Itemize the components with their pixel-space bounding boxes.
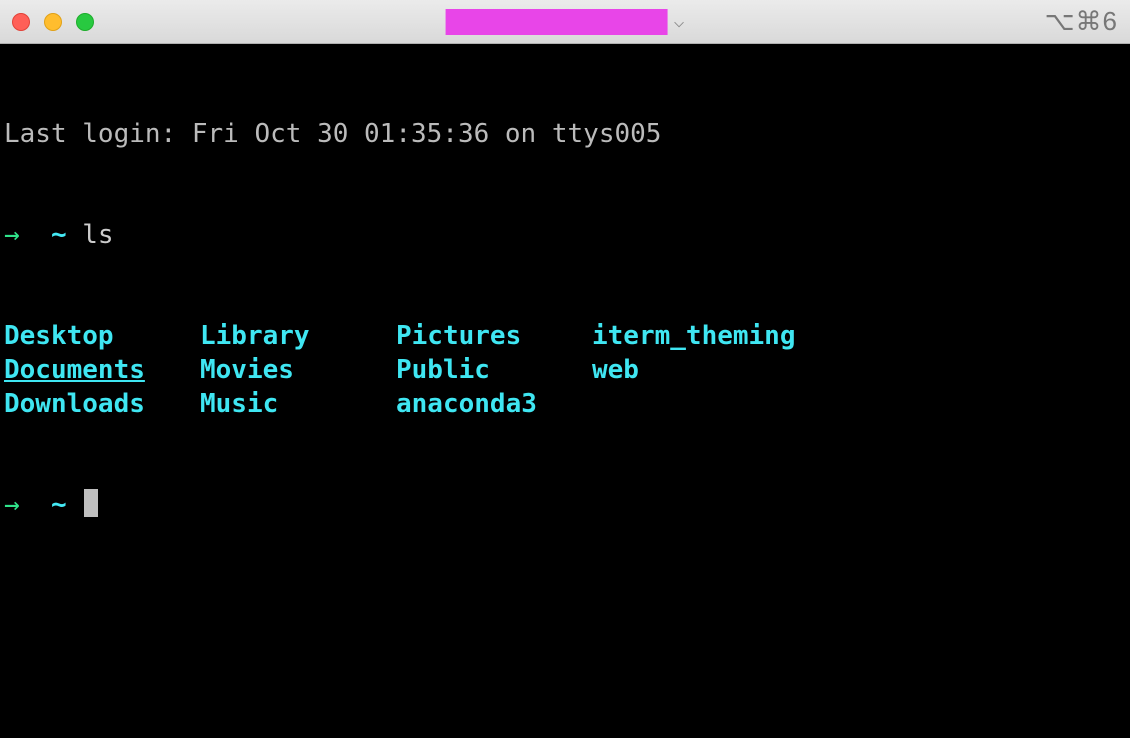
prompt-cwd: ~ xyxy=(51,489,67,523)
cursor xyxy=(84,489,98,517)
traffic-lights xyxy=(12,13,94,31)
title-redacted xyxy=(446,9,668,35)
window-title: ⌵ xyxy=(446,9,685,35)
ls-item: Library xyxy=(200,320,396,354)
minimize-button[interactable] xyxy=(44,13,62,31)
terminal-viewport[interactable]: Last login: Fri Oct 30 01:35:36 on ttys0… xyxy=(0,44,1130,738)
ls-item: Documents xyxy=(4,354,200,388)
maximize-button[interactable] xyxy=(76,13,94,31)
prompt-line-1: → ~ ls xyxy=(4,219,1126,253)
ls-item: iterm_theming xyxy=(592,320,1126,354)
ls-item: Music xyxy=(200,388,396,422)
close-button[interactable] xyxy=(12,13,30,31)
ls-item: Desktop xyxy=(4,320,200,354)
ls-item xyxy=(592,388,1126,422)
ls-item: Movies xyxy=(200,354,396,388)
prompt-arrow-icon: → xyxy=(4,219,20,253)
ls-item: Public xyxy=(396,354,592,388)
prompt-arrow-icon: → xyxy=(4,489,20,523)
window-titlebar: ⌵ ⌥⌘6 xyxy=(0,0,1130,44)
prompt-line-2[interactable]: → ~ xyxy=(4,489,1126,523)
title-glyph: ⌵ xyxy=(674,11,685,32)
ls-item: anaconda3 xyxy=(396,388,592,422)
ls-item: web xyxy=(592,354,1126,388)
ls-item: Pictures xyxy=(396,320,592,354)
keyboard-shortcut-indicator: ⌥⌘6 xyxy=(1045,6,1118,37)
command-text: ls xyxy=(82,219,113,253)
ls-output: Desktop Library Pictures iterm_theming D… xyxy=(4,320,1126,421)
prompt-cwd: ~ xyxy=(51,219,67,253)
ls-item: Downloads xyxy=(4,388,200,422)
last-login-line: Last login: Fri Oct 30 01:35:36 on ttys0… xyxy=(4,118,1126,152)
